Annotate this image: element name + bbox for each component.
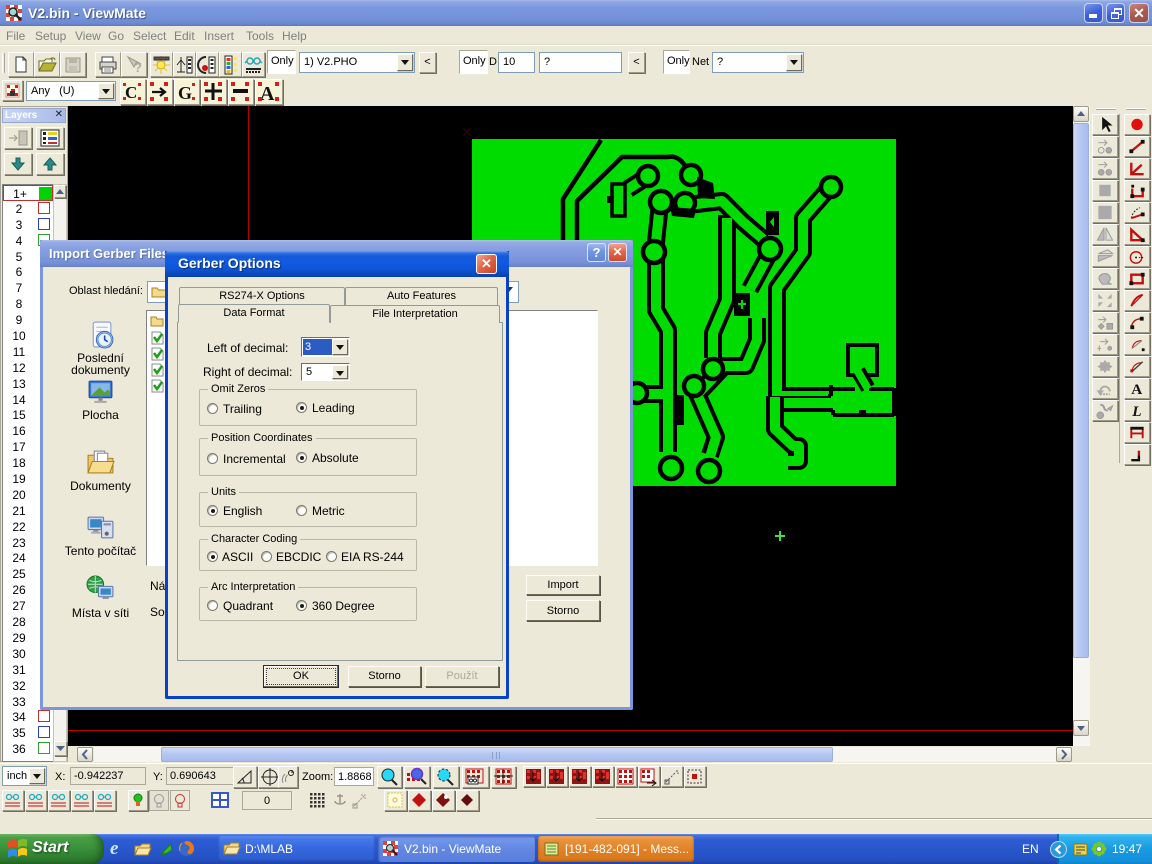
svg-text:A: A (260, 83, 275, 105)
svg-text:C: C (125, 83, 137, 102)
svg-text:G: G (178, 83, 192, 103)
svg-text:L: L (1131, 403, 1141, 420)
svg-text:?: ? (134, 60, 142, 75)
svg-text:A: A (1131, 381, 1142, 398)
